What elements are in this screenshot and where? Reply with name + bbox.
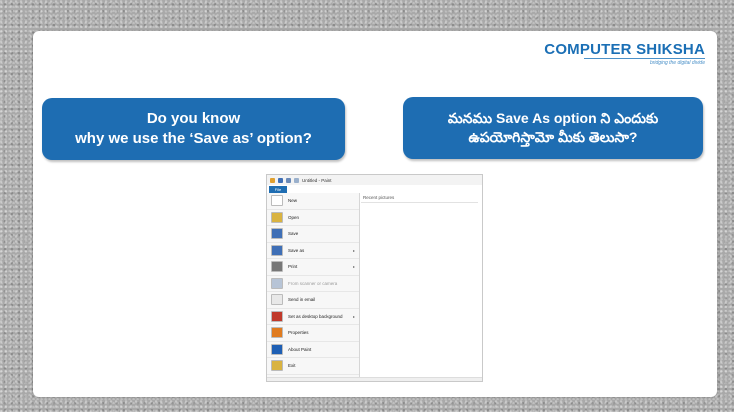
english-question-box: Do you know why we use the ‘Save as’ opt… [42, 98, 345, 160]
menu-item-properties[interactable]: Properties [267, 325, 359, 342]
menu-item-label: From scanner or camera [288, 280, 338, 286]
scanner-icon [271, 277, 283, 289]
menu-item-label: Save as [288, 247, 305, 253]
recent-divider [361, 202, 478, 203]
open-folder-icon [271, 211, 283, 223]
paint-window-title: Untitled - Paint [302, 177, 332, 183]
file-tab[interactable]: File [269, 186, 287, 193]
paint-titlebar: Untitled - Paint [267, 175, 482, 185]
menu-item-from-scanner-or-camera[interactable]: From scanner or camera [267, 276, 359, 292]
slide-card: COMPUTER SHIKSHA bridging the digital di… [33, 31, 717, 397]
file-menu: New Open Save Save as ▸ Print ▸ From scanner or… [267, 193, 360, 381]
info-icon [271, 343, 283, 355]
exit-icon [271, 360, 283, 372]
telugu-question-line2: ఉపయోగిస్తామో మీకు తెలుసా? [468, 129, 638, 145]
menu-item-set-as-desktop-background[interactable]: Set as desktop background ▸ [267, 309, 359, 325]
menu-item-send-in-email[interactable]: Send in email [267, 292, 359, 309]
telugu-question-line1: మనము Save As option ని ఎందుకు [447, 110, 659, 127]
menu-item-open[interactable]: Open [267, 210, 359, 226]
menu-item-label: Open [288, 214, 300, 220]
menu-item-label: Exit [288, 363, 296, 369]
save-disk-icon [271, 228, 283, 240]
menu-item-print[interactable]: Print ▸ [267, 259, 359, 276]
quick-save-icon[interactable] [278, 177, 283, 183]
paint-file-menu-screenshot: Untitled - Paint File New Open Save Save as… [266, 174, 483, 382]
submenu-arrow-icon: ▸ [352, 247, 355, 253]
menu-item-label: Save [288, 231, 299, 237]
submenu-arrow-icon: ▸ [352, 264, 355, 270]
email-icon [271, 294, 283, 306]
redo-icon[interactable] [294, 177, 299, 183]
undo-icon[interactable] [286, 177, 291, 183]
checkmark-icon [271, 327, 283, 339]
menu-item-label: New [288, 198, 298, 204]
paint-app-icon [270, 177, 275, 183]
menu-item-about-paint[interactable]: About Paint [267, 342, 359, 358]
menu-item-save-as[interactable]: Save as ▸ [267, 243, 359, 259]
menu-item-save[interactable]: Save [267, 226, 359, 243]
recent-pictures-label: Recent pictures [363, 195, 395, 200]
new-file-icon [271, 195, 283, 207]
computer-shiksha-logo: COMPUTER SHIKSHA bridging the digital di… [544, 41, 705, 66]
english-question-line1: Do you know [146, 109, 241, 127]
submenu-arrow-icon: ▸ [352, 313, 355, 319]
status-bar [267, 377, 482, 381]
menu-item-label: Send in email [288, 297, 316, 303]
desktop-background-icon [271, 310, 283, 322]
menu-item-label: Print [288, 264, 298, 270]
menu-item-label: Set as desktop background [288, 313, 343, 319]
menu-item-label: About Paint [288, 346, 312, 352]
menu-item-label: Properties [288, 330, 309, 336]
telugu-question-box: మనము Save As option ని ఎందుకు ఉపయోగిస్తా… [403, 97, 703, 159]
english-question-line2: why we use the ‘Save as’ option? [75, 130, 312, 147]
menu-item-exit[interactable]: Exit [267, 358, 359, 375]
logo-brand: COMPUTER SHIKSHA [544, 41, 705, 58]
printer-icon [271, 261, 283, 273]
logo-tagline: bridging the digital divide [584, 58, 705, 66]
save-as-icon [271, 244, 283, 256]
menu-item-new[interactable]: New [267, 193, 359, 210]
